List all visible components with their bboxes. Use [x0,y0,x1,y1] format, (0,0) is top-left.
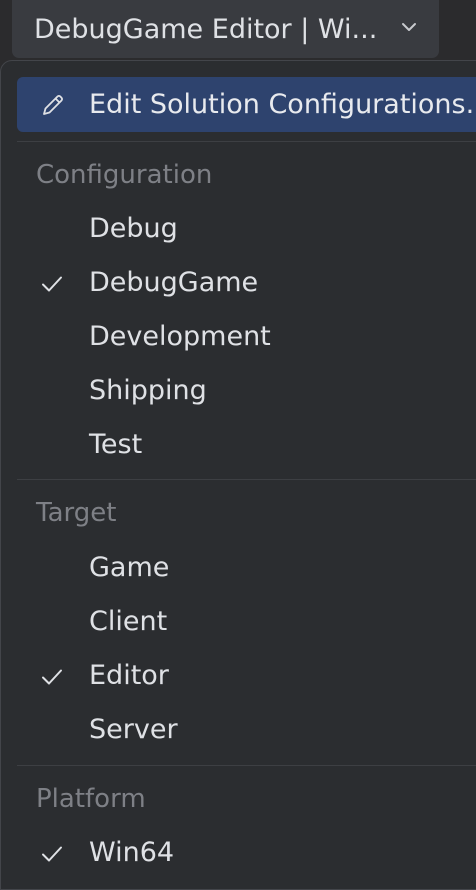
menu-item-client[interactable]: Client [17,597,476,647]
menu-item-server[interactable]: Server [17,705,476,755]
menu-item-debug[interactable]: Debug [17,204,476,254]
menu-item-label: Editor [89,660,169,691]
toolbar: DebugGame Editor | Wi... [0,0,476,62]
menu-item-label: Client [89,606,168,637]
menu-item-win64[interactable]: Win64 [17,828,476,878]
menu-item-shipping[interactable]: Shipping [17,366,476,416]
checkmark-icon [42,846,62,862]
menu-item-label: Shipping [89,375,207,406]
menu-item-label: DebugGame [89,267,259,298]
chevron-down-icon [402,23,416,31]
menu-item-label: Debug [89,213,178,244]
edit-solution-configurations-item[interactable]: Edit Solution Configurations... [17,77,476,132]
menu-divider [17,765,476,766]
menu-item-label: Game [89,552,170,583]
menu-divider [17,141,476,142]
menu-item-editor[interactable]: Editor [17,651,476,701]
solution-config-selector[interactable]: DebugGame Editor | Wi... [12,0,439,58]
menu-item-debuggame[interactable]: DebugGame [17,258,476,308]
menu-item-label: Server [89,714,178,745]
menu-item-test[interactable]: Test [17,420,476,470]
config-selector-label: DebugGame Editor | Wi... [34,13,378,45]
pencil-icon [43,95,63,115]
checkmark-icon [42,669,62,685]
checkmark-icon [42,276,62,292]
config-popup-menu: Edit Solution Configurations... Configur… [0,60,476,890]
menu-item-development[interactable]: Development [17,312,476,362]
menu-divider [17,479,476,480]
menu-item-game[interactable]: Game [17,543,476,593]
edit-solution-configurations-label: Edit Solution Configurations... [89,89,476,120]
section-header-target: Target [36,498,117,528]
section-header-platform: Platform [36,784,146,814]
menu-item-label: Development [89,321,271,352]
menu-item-label: Win64 [89,837,175,868]
section-header-configuration: Configuration [36,160,213,190]
menu-item-label: Test [89,429,143,460]
